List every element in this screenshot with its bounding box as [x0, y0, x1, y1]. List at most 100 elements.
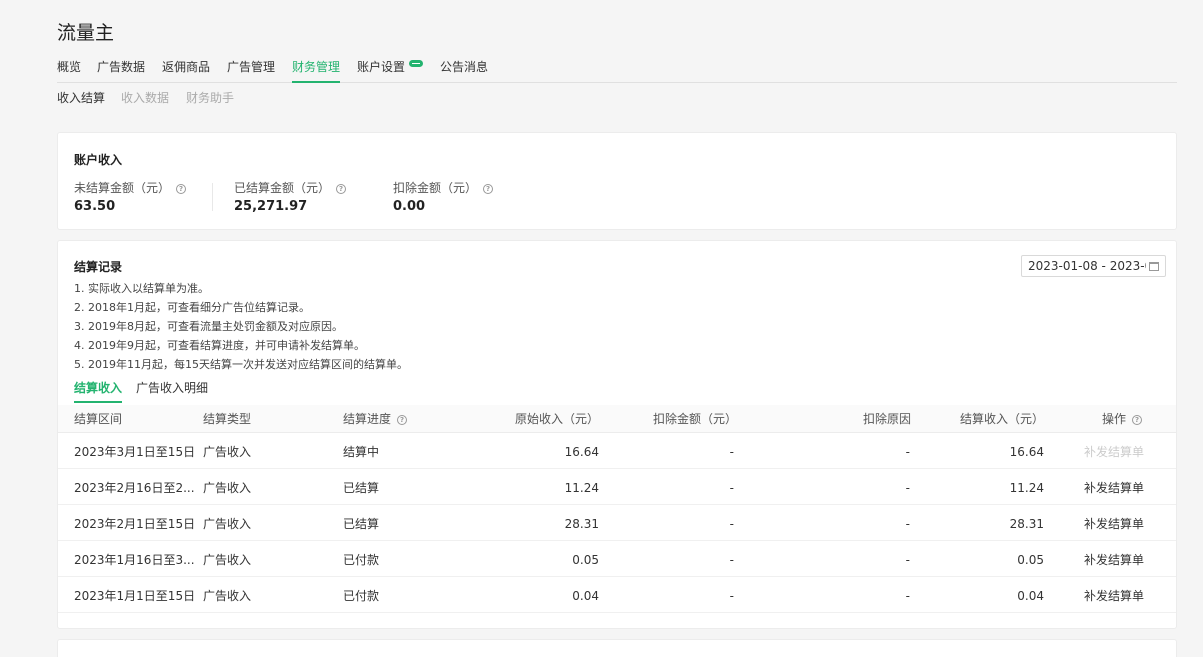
cell-income: 0.04 — [1017, 589, 1044, 603]
cell-period: 2023年1月1日至15日 — [74, 589, 196, 603]
cell-reason: - — [905, 589, 910, 603]
calendar-icon — [1149, 262, 1159, 271]
date-range-text: 2023-01-08 - 2023-03-07 — [1028, 259, 1146, 273]
cell-original: 16.64 — [564, 445, 599, 459]
stat-unsettled: 未结算金额（元）? 63.50 — [74, 179, 187, 214]
stat-unsettled-value: 63.50 — [74, 199, 116, 214]
stat-settled: 已结算金额（元）? 25,271.97 — [234, 179, 347, 214]
table-row: 2023年1月16日至3... 广告收入 已付款 0.05 - - 0.05 补… — [58, 541, 1176, 577]
tab-overview[interactable]: 概览 — [57, 52, 81, 83]
notes-list: 1. 实际收入以结算单为准。 2. 2018年1月起，可查看细分广告位结算记录。… — [74, 279, 408, 374]
stat-deducted-label: 扣除金额（元） — [393, 181, 478, 195]
cell-type: 广告收入 — [203, 553, 252, 567]
note-item: 2. 2018年1月起，可查看细分广告位结算记录。 — [74, 301, 310, 314]
cell-type: 广告收入 — [203, 481, 252, 495]
cell-progress: 结算中 — [343, 445, 380, 459]
table-row: 2023年1月1日至15日 广告收入 已付款 0.04 - - 0.04 补发结… — [58, 577, 1176, 613]
subtab-finance-assistant[interactable]: 财务助手 — [186, 89, 234, 106]
cell-type: 广告收入 — [203, 445, 252, 459]
next-card — [57, 639, 1177, 657]
tab-settlement-income[interactable]: 结算收入 — [74, 379, 123, 403]
cell-reason: - — [905, 445, 910, 459]
account-income-title: 账户收入 — [74, 153, 123, 167]
table-header: 结算区间 结算类型 结算进度? 原始收入（元） 扣除金额（元） 扣除原因 结算收… — [58, 405, 1176, 433]
cell-type: 广告收入 — [203, 517, 252, 531]
stat-settled-value: 25,271.97 — [234, 199, 308, 214]
stat-deducted-value: 0.00 — [393, 199, 426, 214]
settlement-records-title: 结算记录 — [74, 260, 123, 274]
col-progress: 结算进度? — [343, 405, 408, 433]
main-tab-bar: 概览 广告数据 返佣商品 广告管理 财务管理 账户设置 公告消息 — [57, 52, 1177, 83]
cell-original: 0.04 — [572, 589, 599, 603]
new-badge-icon — [409, 60, 424, 67]
cell-original: 11.24 — [564, 481, 599, 495]
cell-deduct: - — [729, 445, 734, 459]
table-row: 2023年3月1日至15日 广告收入 结算中 16.64 - - 16.64 补… — [58, 433, 1176, 469]
tab-ad-data[interactable]: 广告数据 — [97, 52, 145, 83]
cell-income: 11.24 — [1009, 481, 1044, 495]
col-action: 操作? — [1102, 405, 1143, 433]
help-icon[interactable]: ? — [483, 184, 494, 194]
cell-period: 2023年1月16日至3... — [74, 553, 195, 567]
settlement-table: 结算区间 结算类型 结算进度? 原始收入（元） 扣除金额（元） 扣除原因 结算收… — [58, 405, 1176, 613]
help-icon[interactable]: ? — [1132, 415, 1143, 425]
col-type: 结算类型 — [203, 412, 252, 426]
cell-income: 0.05 — [1017, 553, 1044, 567]
note-item: 3. 2019年8月起，可查看流量主处罚金额及对应原因。 — [74, 320, 343, 333]
cell-reason: - — [905, 481, 910, 495]
cell-progress: 已付款 — [343, 589, 380, 603]
cell-income: 28.31 — [1009, 517, 1044, 531]
cell-deduct: - — [729, 481, 734, 495]
cell-original: 28.31 — [564, 517, 599, 531]
account-income-card: 账户收入 未结算金额（元）? 63.50 已结算金额（元）? 25,271.97… — [57, 132, 1177, 230]
col-income: 结算收入（元） — [959, 412, 1044, 426]
tab-account-settings-label: 账户设置 — [357, 60, 406, 74]
note-item: 5. 2019年11月起，每15天结算一次并发送对应结算区间的结算单。 — [74, 358, 408, 371]
reissue-statement-button[interactable]: 补发结算单 — [1084, 577, 1144, 615]
cell-income: 16.64 — [1009, 445, 1044, 459]
divider — [212, 183, 213, 211]
col-period: 结算区间 — [74, 412, 123, 426]
stat-deducted: 扣除金额（元）? 0.00 — [393, 179, 494, 214]
note-item: 4. 2019年9月起，可查看结算进度，并可申请补发结算单。 — [74, 339, 365, 352]
tab-account-settings[interactable]: 账户设置 — [357, 52, 424, 83]
reissue-statement-button[interactable]: 补发结算单 — [1084, 505, 1144, 543]
reissue-statement-button[interactable]: 补发结算单 — [1084, 433, 1144, 471]
tab-ad-management[interactable]: 广告管理 — [227, 52, 275, 83]
stat-settled-label: 已结算金额（元） — [234, 181, 331, 195]
note-item: 1. 实际收入以结算单为准。 — [74, 282, 209, 295]
table-row: 2023年2月16日至2... 广告收入 已结算 11.24 - - 11.24… — [58, 469, 1176, 505]
date-range-picker[interactable]: 2023-01-08 - 2023-03-07 — [1021, 255, 1166, 277]
tab-ad-income-detail[interactable]: 广告收入明细 — [136, 379, 208, 403]
cell-deduct: - — [729, 517, 734, 531]
cell-period: 2023年2月16日至2... — [74, 481, 195, 495]
help-icon[interactable]: ? — [336, 184, 347, 194]
help-icon[interactable]: ? — [397, 415, 408, 425]
subtab-income-data[interactable]: 收入数据 — [121, 89, 169, 106]
cell-period: 2023年3月1日至15日 — [74, 445, 196, 459]
cell-reason: - — [905, 517, 910, 531]
settlement-records-card: 结算记录 2023-01-08 - 2023-03-07 1. 实际收入以结算单… — [57, 240, 1177, 629]
col-deduct: 扣除金额（元） — [653, 412, 738, 426]
reissue-statement-button[interactable]: 补发结算单 — [1084, 541, 1144, 579]
cell-progress: 已结算 — [343, 481, 380, 495]
cell-period: 2023年2月1日至15日 — [74, 517, 196, 531]
table-row: 2023年2月1日至15日 广告收入 已结算 28.31 - - 28.31 补… — [58, 505, 1176, 541]
cell-type: 广告收入 — [203, 589, 252, 603]
cell-progress: 已付款 — [343, 553, 380, 567]
tab-finance-management[interactable]: 财务管理 — [292, 52, 341, 83]
page-title: 流量主 — [57, 22, 115, 44]
cell-reason: - — [905, 553, 910, 567]
stat-unsettled-label: 未结算金额（元） — [74, 181, 171, 195]
subtab-income-settlement[interactable]: 收入结算 — [57, 89, 105, 106]
cell-deduct: - — [729, 553, 734, 567]
reissue-statement-button[interactable]: 补发结算单 — [1084, 469, 1144, 507]
cell-progress: 已结算 — [343, 517, 380, 531]
cell-deduct: - — [729, 589, 734, 603]
cell-original: 0.05 — [572, 553, 599, 567]
help-icon[interactable]: ? — [176, 184, 187, 194]
tab-rebate-products[interactable]: 返佣商品 — [162, 52, 210, 83]
tab-announcements[interactable]: 公告消息 — [440, 52, 488, 83]
col-reason: 扣除原因 — [862, 412, 911, 426]
col-original: 原始收入（元） — [514, 412, 599, 426]
